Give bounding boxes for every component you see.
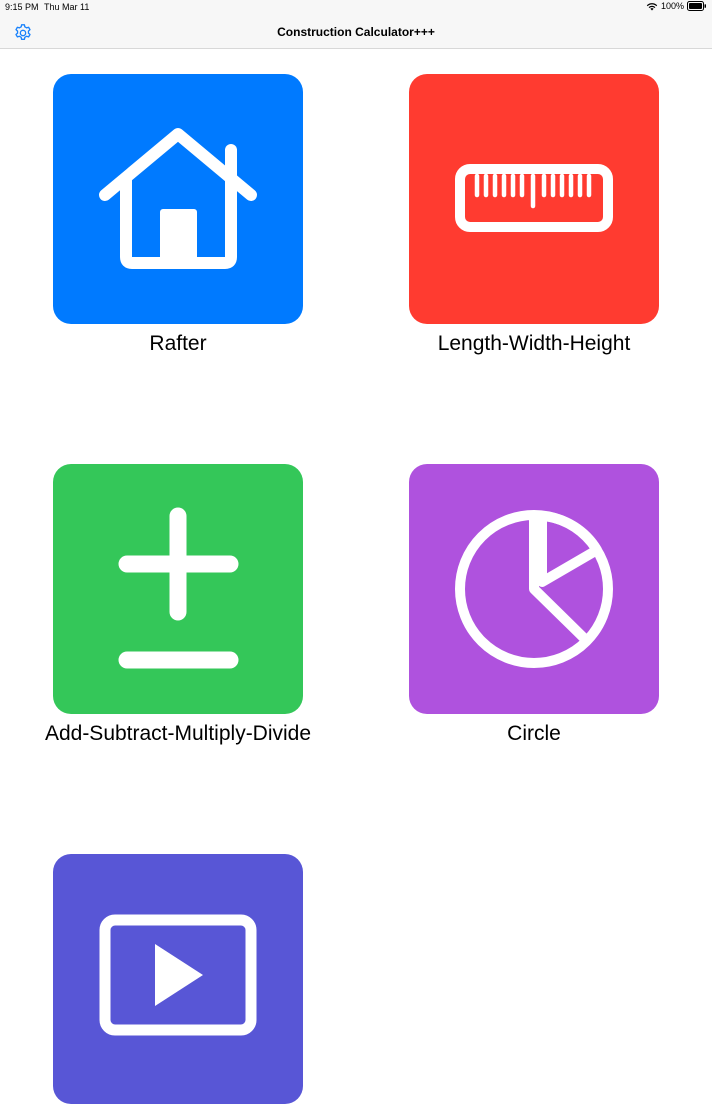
circle-label[interactable]: Circle (356, 722, 712, 746)
ruler-icon (455, 164, 613, 232)
video-tile[interactable] (53, 854, 303, 1104)
status-bar: 9:15 PM Thu Mar 11 100% (0, 0, 712, 16)
play-rectangle-icon (99, 914, 257, 1036)
add-subtract-multiply-divide-label[interactable]: Add-Subtract-Multiply-Divide (0, 722, 356, 746)
status-time: 9:15 PM (5, 2, 39, 12)
rafter-label[interactable]: Rafter (0, 332, 356, 356)
length-width-height-tile[interactable] (409, 74, 659, 324)
status-date: Thu Mar 11 (44, 2, 90, 12)
add-subtract-multiply-divide-tile[interactable] (53, 464, 303, 714)
pie-chart-icon (455, 510, 613, 668)
length-width-height-label[interactable]: Length-Width-Height (356, 332, 712, 356)
house-icon (99, 128, 257, 269)
wifi-icon (646, 2, 658, 10)
rafter-tile[interactable] (53, 74, 303, 324)
navigation-bar: Construction Calculator+++ (0, 16, 712, 49)
circle-tile[interactable] (409, 464, 659, 714)
status-indicators: 100% (646, 1, 707, 11)
plus-minus-icon (118, 507, 239, 669)
battery-percent: 100% (660, 1, 684, 11)
battery-icon (687, 1, 706, 11)
page-title: Construction Calculator+++ (277, 25, 435, 39)
